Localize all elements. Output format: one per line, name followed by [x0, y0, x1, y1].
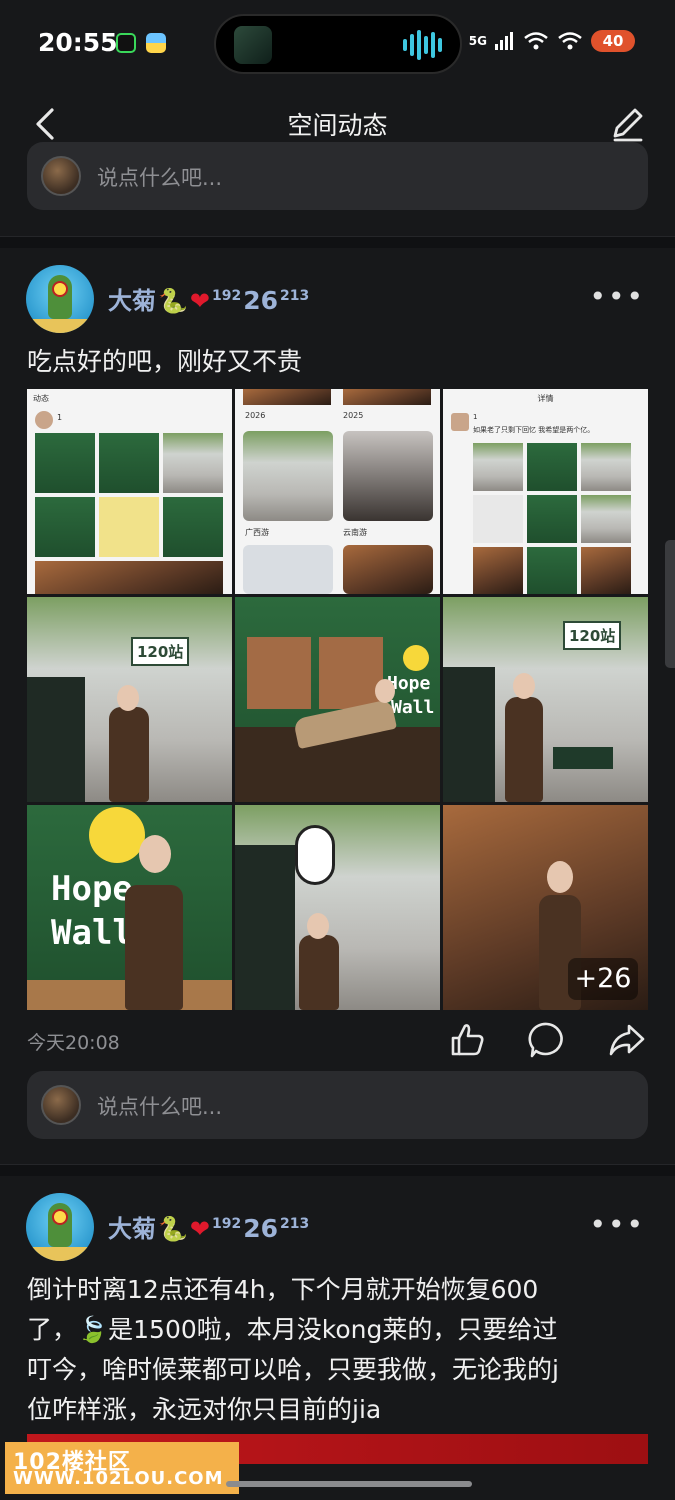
post-username[interactable]: 大菊 🐍 ❤ 192 26 213 — [108, 281, 309, 316]
signal-icon — [495, 32, 513, 50]
feed-divider — [0, 236, 675, 248]
post-text-line: 倒计时离12点还有4h，下个月就开始恢复600 — [27, 1275, 539, 1304]
photo-grid: 动态 1 2026 2025 广西游 云南游 详情 1 如果老了只剩下回忆 我希… — [27, 389, 648, 1010]
status-bar: 20:55 5G 40 — [0, 0, 675, 88]
avatar — [41, 156, 81, 196]
name-sup-1: 192 — [212, 1216, 242, 1232]
photo-thumb[interactable]: 动态 1 — [27, 389, 232, 594]
post-text: 吃点好的吧，刚好又不贵 — [27, 347, 303, 376]
status-indicators: 5G 40 — [469, 30, 635, 52]
comment-placeholder: 说点什么吧... — [97, 1095, 223, 1119]
name-num: 26 — [243, 286, 279, 315]
sign-text: 120站 — [131, 637, 190, 666]
photo-thumb[interactable]: Hope Wall — [235, 597, 440, 802]
heart-icon: ❤ — [189, 1215, 210, 1243]
name-sup-1: 192 — [212, 288, 242, 304]
wall-text-1: Hope — [51, 869, 133, 909]
watermark-line-2: WWW.102LOU.COM — [13, 1468, 224, 1489]
name-num: 26 — [243, 1214, 279, 1243]
avatar[interactable] — [26, 265, 94, 333]
wifi-icon-2 — [558, 32, 582, 50]
post-text: 倒计时离12点还有4h，下个月就开始恢复600 了，🍃是1500啦，本月没kon… — [27, 1270, 648, 1430]
photo-thumb[interactable]: 详情 1 如果老了只剩下回忆 我希望是两个亿。 — [443, 389, 648, 594]
screenshot-year-2: 2025 — [343, 411, 364, 420]
photo-thumb[interactable]: 2026 2025 广西游 云南游 — [235, 389, 440, 594]
post-text-line: 了，🍃是1500啦，本月没kong莱的，只要给过 — [27, 1315, 558, 1344]
more-photos-badge[interactable]: +26 — [568, 958, 638, 1000]
app-notification-icon — [116, 33, 136, 53]
status-time: 20:55 — [38, 28, 118, 57]
site-watermark: 102楼社区 WWW.102LOU.COM — [5, 1442, 239, 1494]
screenshot-caption: 如果老了只剩下回忆 我希望是两个亿。 — [473, 426, 595, 434]
screenshot-header: 动态 — [33, 394, 49, 403]
app-notification-icon-2 — [146, 33, 166, 53]
edit-pencil-icon[interactable] — [607, 102, 647, 146]
more-options-icon[interactable]: ••• — [589, 280, 645, 313]
heart-icon: ❤ — [189, 287, 210, 315]
post-username[interactable]: 大菊 🐍 ❤ 192 26 213 — [108, 1209, 309, 1244]
music-cover-icon — [234, 26, 272, 64]
battery-indicator: 40 — [591, 30, 635, 52]
photo-thumb[interactable]: 120站 — [27, 597, 232, 802]
post-text-line: 位咋样涨，永远对你只目前的jia — [27, 1395, 382, 1424]
comment-input-prev[interactable]: 说点什么吧... — [27, 142, 648, 210]
wall-text-2: Wall — [391, 697, 435, 718]
more-options-icon[interactable]: ••• — [589, 1208, 645, 1241]
wifi-icon — [524, 32, 548, 50]
screenshot-label-2: 云南游 — [343, 528, 367, 537]
name-sup-2: 213 — [280, 288, 310, 304]
wall-text-2: Wall — [51, 913, 133, 953]
screenshot-count: 1 — [473, 413, 478, 421]
post-timestamp: 今天20:08 — [27, 1032, 120, 1054]
snake-emoji-icon: 🐍 — [158, 1215, 188, 1243]
name-sup-2: 213 — [280, 1216, 310, 1232]
avatar — [41, 1085, 81, 1125]
screenshot-count: 1 — [57, 413, 63, 422]
dynamic-island[interactable] — [214, 14, 462, 74]
photo-thumb[interactable]: 120站 — [443, 597, 648, 802]
comment-placeholder: 说点什么吧... — [97, 166, 223, 190]
username-text: 大菊 — [108, 1215, 156, 1243]
audio-wave-icon — [403, 30, 442, 60]
home-indicator[interactable] — [226, 1481, 472, 1487]
photo-thumb[interactable]: +26 — [443, 805, 648, 1010]
snake-emoji-icon: 🐍 — [158, 287, 188, 315]
side-drawer-handle[interactable] — [665, 540, 675, 668]
avatar[interactable] — [26, 1193, 94, 1261]
comment-input[interactable]: 说点什么吧... — [27, 1071, 648, 1139]
feed-divider — [0, 1164, 675, 1176]
comment-bubble-icon[interactable] — [527, 1020, 567, 1060]
sign-text: 120站 — [563, 621, 622, 650]
post-text-line: 叮今，啥时候莱都可以哈，只要我做，无论我的j — [27, 1355, 559, 1384]
username-text: 大菊 — [108, 287, 156, 315]
page-title: 空间动态 — [287, 111, 388, 140]
screenshot-year-1: 2026 — [245, 411, 266, 420]
screenshot-header: 详情 — [537, 394, 554, 403]
like-thumb-icon[interactable] — [447, 1020, 487, 1060]
photo-thumb[interactable]: Hope Wall — [27, 805, 232, 1010]
network-label: 5G — [468, 34, 487, 48]
screenshot-label-1: 广西游 — [245, 528, 269, 537]
photo-thumb[interactable] — [235, 805, 440, 1010]
share-arrow-icon[interactable] — [607, 1020, 647, 1060]
